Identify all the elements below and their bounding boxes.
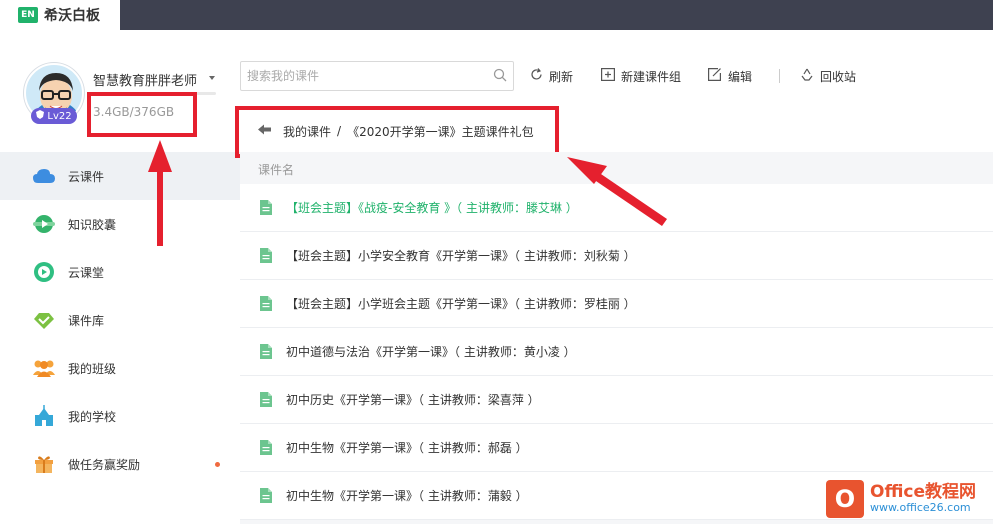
sidebar-item-label: 知识胶囊 [68,217,117,232]
watermark-url: www.office26.com [870,501,971,514]
column-header: 课件名 [240,152,993,184]
sidebar-item-label: 做任务赢奖励 [68,457,141,472]
sidebar-item-label: 课件库 [68,313,105,328]
document-icon [260,344,272,359]
recycle-bin-button[interactable]: 回收站 [800,66,856,86]
search-icon[interactable] [493,67,507,86]
list-item[interactable]: 初中历史《开学第一课》（ 主讲教师：梁喜萍 ） [240,376,993,424]
search-input[interactable] [247,69,493,83]
annotation-box-storage [87,92,197,137]
sidebar-item-label: 我的班级 [68,361,117,376]
sidebar-item-knowledge-capsule[interactable]: 知识胶囊 [0,200,240,248]
sidebar-item-cloud-courseware[interactable]: 云课件 [0,152,240,200]
list-item-name: 【班会主题】《战疫-安全教育 》（ 主讲教师：滕艾琳 ） [286,201,578,215]
watermark-title: Office教程网 [870,482,977,502]
sidebar: Lv22 智慧教育胖胖老师 3.4GB/376GB 云课件 知识胶囊 云课堂 课… [0,30,240,524]
sidebar-item-rewards[interactable]: 做任务赢奖励 [0,440,240,488]
add-folder-icon [601,68,616,84]
list-item[interactable]: 【班会主题】小学班会主题《开学第一课》（ 主讲教师：罗桂丽 ） [240,280,993,328]
list-item-name: 【班会主题】小学安全教育《开学第一课》（ 主讲教师：刘秋菊 ） [286,249,636,263]
sidebar-item-label: 我的学校 [68,409,117,424]
edit-button[interactable]: 编辑 [708,66,752,86]
app-logo-icon: EN [18,7,38,23]
gift-icon [33,453,55,475]
chevron-down-icon[interactable] [209,76,215,80]
refresh-label: 刷新 [549,69,574,84]
sidebar-item-my-school[interactable]: 我的学校 [0,392,240,440]
level-badge: Lv22 [31,108,77,124]
watermark: O Office教程网 www.office26.com [826,474,993,524]
recycle-icon [800,68,814,84]
app-tab[interactable]: EN 希沃白板 [0,0,120,30]
list-item-name: 初中道德与法治《开学第一课》（ 主讲教师：黄小凌 ） [286,345,576,359]
search-box[interactable] [240,61,514,91]
list-item-name: 初中生物《开学第一课》（ 主讲教师：蒲毅 ） [286,489,528,503]
sidebar-item-cloud-classroom[interactable]: 云课堂 [0,248,240,296]
sidebar-item-library[interactable]: 课件库 [0,296,240,344]
list-item-name: 【班会主题】小学班会主题《开学第一课》（ 主讲教师：罗桂丽 ） [286,297,636,311]
edit-label: 编辑 [728,69,753,84]
office-logo-icon: O [826,480,864,518]
courseware-list: 【班会主题】《战疫-安全教育 》（ 主讲教师：滕艾琳 ） 【班会主题】小学安全教… [240,184,993,520]
app-title: 希沃白板 [44,8,100,24]
list-item-name: 初中历史《开学第一课》（ 主讲教师：梁喜萍 ） [286,393,540,407]
document-icon [260,200,272,215]
library-icon [33,309,55,331]
recycle-label: 回收站 [820,69,857,84]
sidebar-item-label: 云课件 [68,169,105,184]
toolbar-divider [779,69,780,83]
cloud-icon [33,165,55,187]
play-circle-icon [33,261,55,283]
sidebar-nav: 云课件 知识胶囊 云课堂 课件库 我的班级 我的学校 做任务赢奖励 [0,152,240,488]
document-icon [260,392,272,407]
capsule-icon [33,213,55,235]
notification-dot [215,462,220,467]
level-label: Lv22 [47,110,72,122]
sidebar-item-my-class[interactable]: 我的班级 [0,344,240,392]
document-icon [260,296,272,311]
document-icon [260,488,272,503]
refresh-icon [530,68,543,84]
document-icon [260,440,272,455]
user-name[interactable]: 智慧教育胖胖老师 [93,70,197,89]
title-bar [0,0,993,30]
list-item-name: 初中生物《开学第一课》（ 主讲教师：郝磊 ） [286,441,528,455]
list-item[interactable]: 初中道德与法治《开学第一课》（ 主讲教师：黄小凌 ） [240,328,993,376]
list-item[interactable]: 初中生物《开学第一课》（ 主讲教师：郝磊 ） [240,424,993,472]
refresh-button[interactable]: 刷新 [530,66,573,86]
sidebar-item-label: 云课堂 [68,265,105,280]
annotation-box-breadcrumb [235,106,559,158]
document-icon [260,248,272,263]
class-icon [33,357,55,379]
edit-icon [708,68,722,84]
list-item[interactable]: 【班会主题】《战疫-安全教育 》（ 主讲教师：滕艾琳 ） [240,184,993,232]
new-group-button[interactable]: 新建课件组 [601,66,681,86]
school-icon [33,405,55,427]
list-item[interactable]: 【班会主题】小学安全教育《开学第一课》（ 主讲教师：刘秋菊 ） [240,232,993,280]
shield-icon [36,110,45,122]
new-group-label: 新建课件组 [621,69,682,84]
